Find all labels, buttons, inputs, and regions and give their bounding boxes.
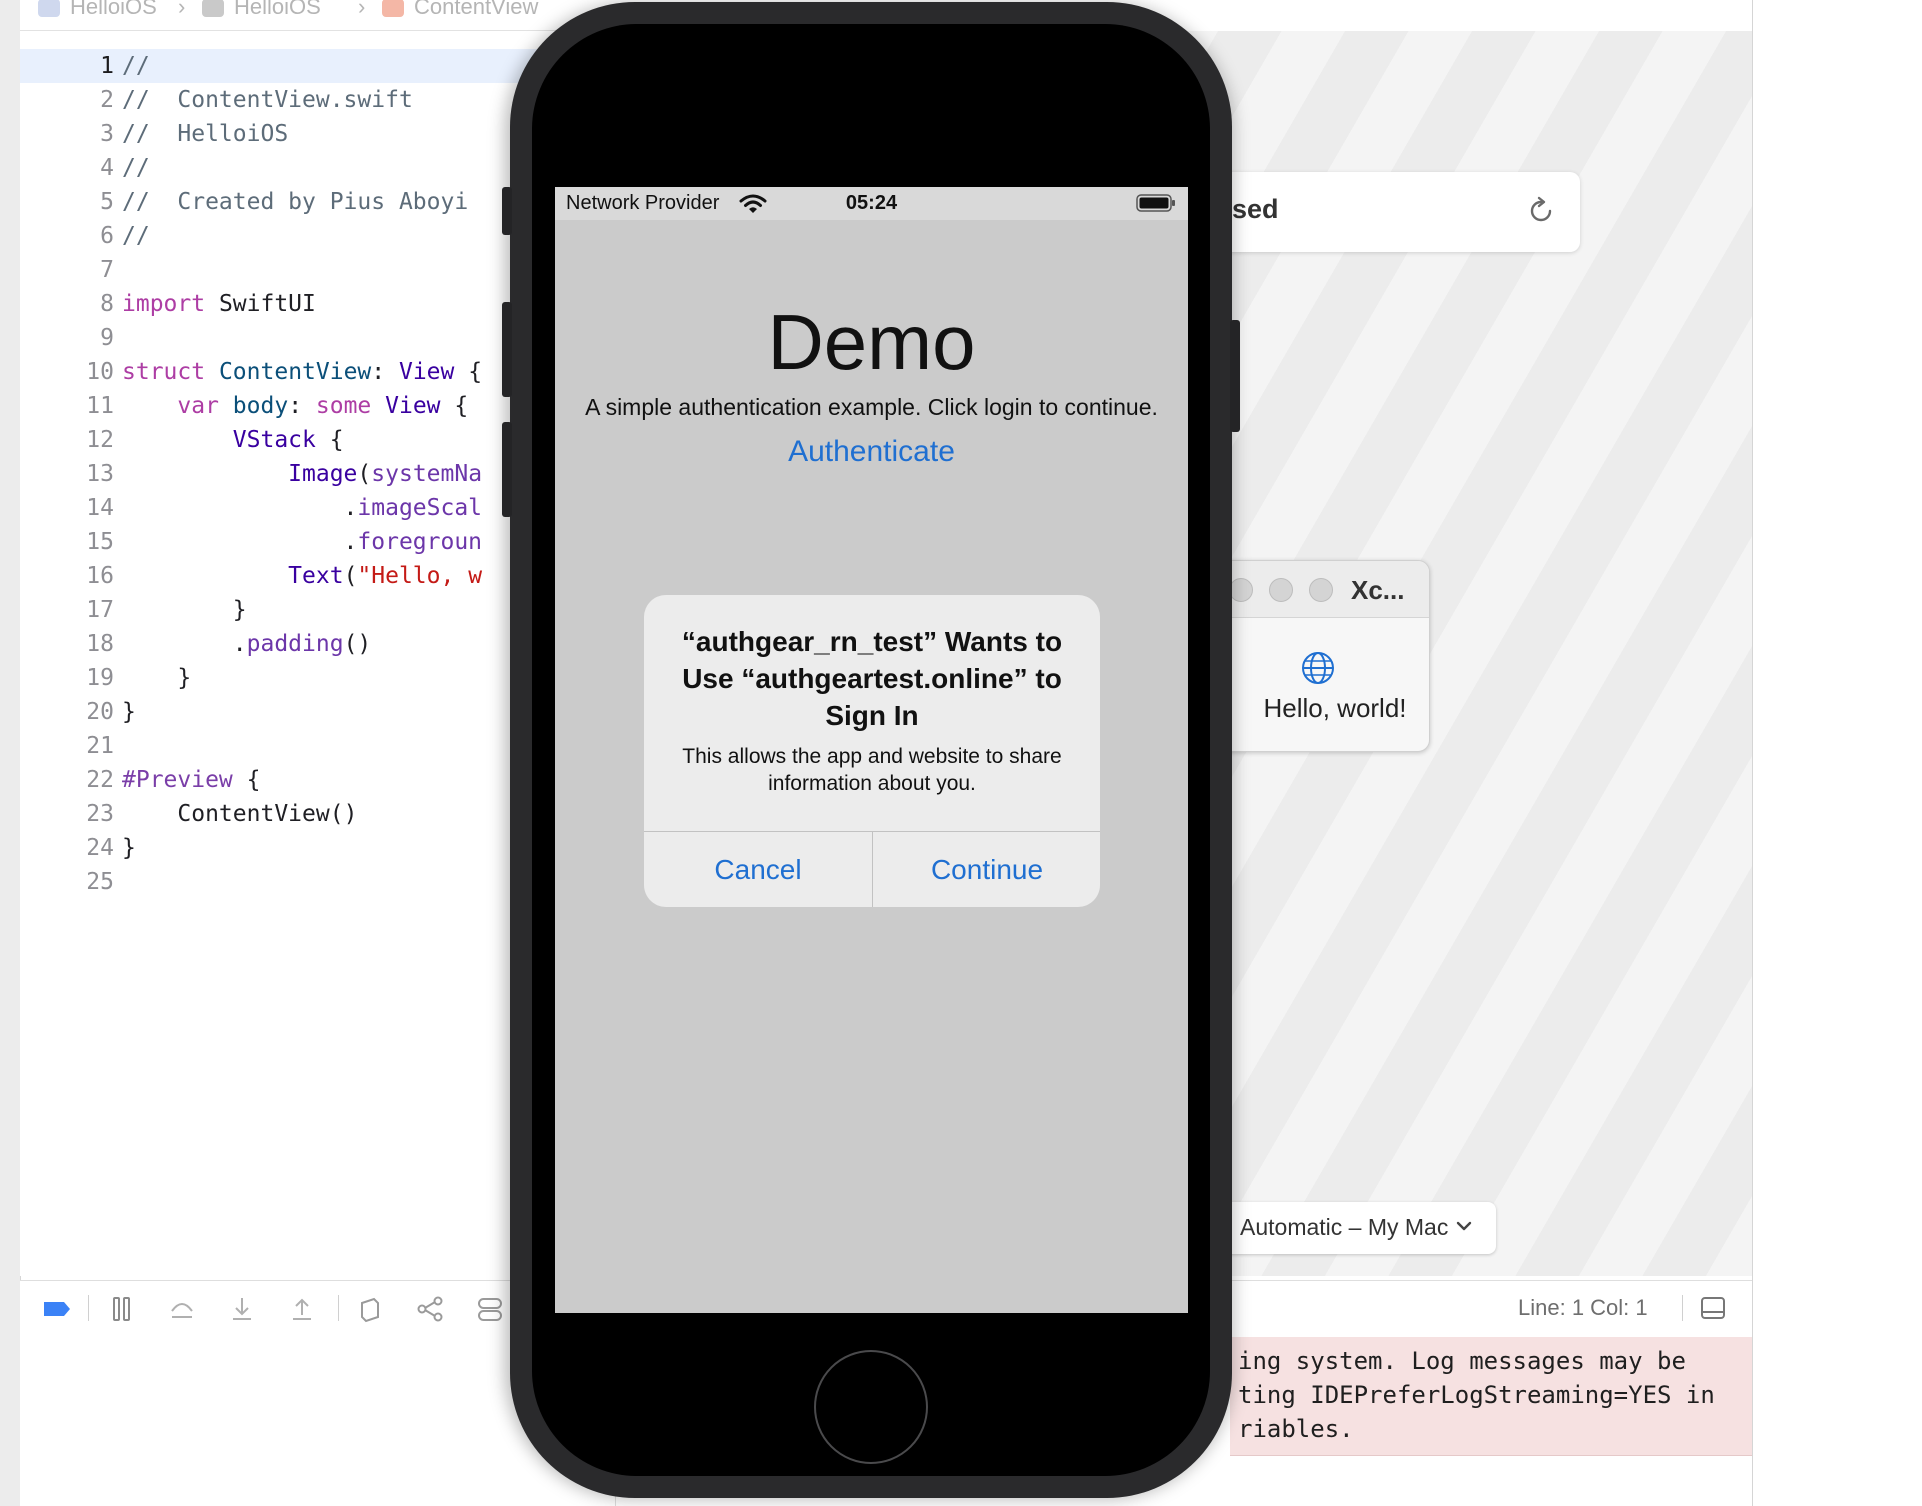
code-text: .foregroun — [122, 529, 483, 555]
authenticate-button[interactable]: Authenticate — [555, 435, 1188, 469]
code-text: // — [122, 155, 150, 181]
code-text: Text("Hello, w — [288, 563, 483, 589]
view-debugger-icon[interactable] — [356, 1295, 384, 1323]
pause-icon[interactable] — [108, 1295, 136, 1323]
sign-in-alert: “authgear_rn_test” Wants to Use “authgea… — [644, 595, 1100, 907]
line-number: 22 — [86, 767, 114, 793]
line-number: 9 — [100, 325, 114, 351]
line-number: 5 — [100, 189, 114, 215]
code-text: // — [122, 53, 150, 79]
step-into-icon[interactable] — [228, 1295, 256, 1323]
chevron-down-icon — [1456, 1221, 1472, 1231]
minimize-button[interactable] — [1269, 578, 1293, 602]
preview-window-title: Xc... — [1351, 575, 1405, 605]
code-text: VStack { — [232, 427, 344, 453]
line-number: 18 — [86, 631, 114, 657]
code-text: ContentView() — [177, 801, 358, 827]
project-icon — [38, 0, 60, 18]
line-number: 2 — [100, 87, 114, 113]
alert-message: This allows the app and website to share… — [682, 745, 1062, 795]
jump-bar-item-folder[interactable]: HelloiOS — [202, 0, 321, 20]
line-number: 24 — [86, 835, 114, 861]
step-out-icon[interactable] — [288, 1295, 316, 1323]
code-text: } — [122, 699, 136, 725]
line-number: 16 — [86, 563, 114, 589]
toolbar-divider — [88, 1295, 89, 1321]
line-number: 3 — [100, 121, 114, 147]
app-subtitle: A simple authentication example. Click l… — [585, 394, 1158, 420]
toolbar-divider — [338, 1295, 339, 1321]
line-number: 14 — [86, 495, 114, 521]
power-button[interactable] — [1230, 320, 1240, 432]
environment-overrides-icon[interactable] — [476, 1295, 504, 1323]
jump-bar-item-project[interactable]: HelloiOS — [38, 0, 157, 20]
window-edge — [1752, 0, 1922, 1506]
battery-icon — [1136, 194, 1175, 212]
memory-graph-icon[interactable] — [416, 1295, 444, 1323]
preview-status-text: sed — [1232, 194, 1279, 224]
code-text: // ContentView.swift — [122, 87, 413, 113]
code-text: .padding() — [122, 631, 372, 657]
cursor-position: Line: 1 Col: 1 — [1518, 1295, 1648, 1320]
simulator-screen[interactable]: Network Provider 05:24 Demo A simple aut… — [555, 187, 1188, 1313]
volume-up-button[interactable] — [502, 302, 512, 397]
cancel-button[interactable]: Cancel — [644, 832, 872, 907]
line-number: 13 — [86, 461, 114, 487]
line-number: 10 — [86, 359, 114, 385]
mute-switch[interactable] — [502, 187, 512, 235]
breadcrumb-separator: › — [358, 0, 366, 19]
folder-icon — [202, 0, 224, 18]
line-number: 6 — [100, 223, 114, 249]
breadcrumb-separator: › — [178, 0, 186, 19]
code-text: // Created by Pius Aboyi — [122, 189, 469, 215]
console-warning-message: ing system. Log messages may be ting IDE… — [1230, 1337, 1772, 1456]
line-number: 25 — [86, 869, 114, 895]
jump-bar-item-file[interactable]: ContentView — [382, 0, 538, 20]
line-number: 1 — [100, 53, 114, 79]
line-number: 8 — [100, 291, 114, 317]
line-number: 20 — [86, 699, 114, 725]
line-number: 19 — [86, 665, 114, 691]
device-picker-label: Automatic – My Mac — [1240, 1214, 1449, 1240]
zoom-button[interactable] — [1309, 578, 1333, 602]
breakpoints-toggle-icon[interactable] — [42, 1295, 72, 1323]
status-time: 05:24 — [845, 192, 898, 214]
code-text: } — [122, 665, 192, 691]
home-button[interactable] — [814, 1350, 928, 1464]
line-number: 23 — [86, 801, 114, 827]
swift-icon — [382, 0, 404, 18]
code-text: var body: some View { — [177, 393, 469, 419]
ios-status-bar: Network Provider 05:24 — [555, 187, 1188, 220]
step-over-icon[interactable] — [168, 1295, 196, 1323]
code-text: #Preview { — [122, 767, 261, 793]
line-number: 15 — [86, 529, 114, 555]
line-number: 21 — [86, 733, 114, 759]
code-text: .imageScal — [122, 495, 483, 521]
code-text: } — [122, 597, 247, 623]
continue-button[interactable]: Continue — [873, 832, 1100, 907]
code-text: import SwiftUI — [122, 291, 316, 317]
navigator-edge — [0, 0, 21, 1506]
toolbar-divider — [1682, 1295, 1683, 1321]
code-text: // — [122, 223, 150, 249]
code-text: Image(systemNa — [288, 461, 483, 487]
line-number: 11 — [86, 393, 114, 419]
line-number: 7 — [100, 257, 114, 283]
globe-icon — [1302, 652, 1334, 684]
preview-device-picker[interactable]: Automatic – My Mac — [1190, 1202, 1496, 1254]
volume-down-button[interactable] — [502, 422, 512, 517]
refresh-icon[interactable] — [1526, 196, 1556, 226]
app-title: Demo — [767, 298, 976, 386]
line-number: 4 — [100, 155, 114, 181]
line-number: 17 — [86, 597, 114, 623]
alert-title: “authgear_rn_test” Wants to Use “authgea… — [681, 626, 1063, 731]
code-text: } — [122, 835, 136, 861]
code-text: // HelloiOS — [122, 121, 289, 147]
code-text: struct ContentView: View { — [122, 359, 483, 385]
line-number: 12 — [86, 427, 114, 453]
hide-debug-area-icon[interactable] — [1700, 1295, 1726, 1321]
